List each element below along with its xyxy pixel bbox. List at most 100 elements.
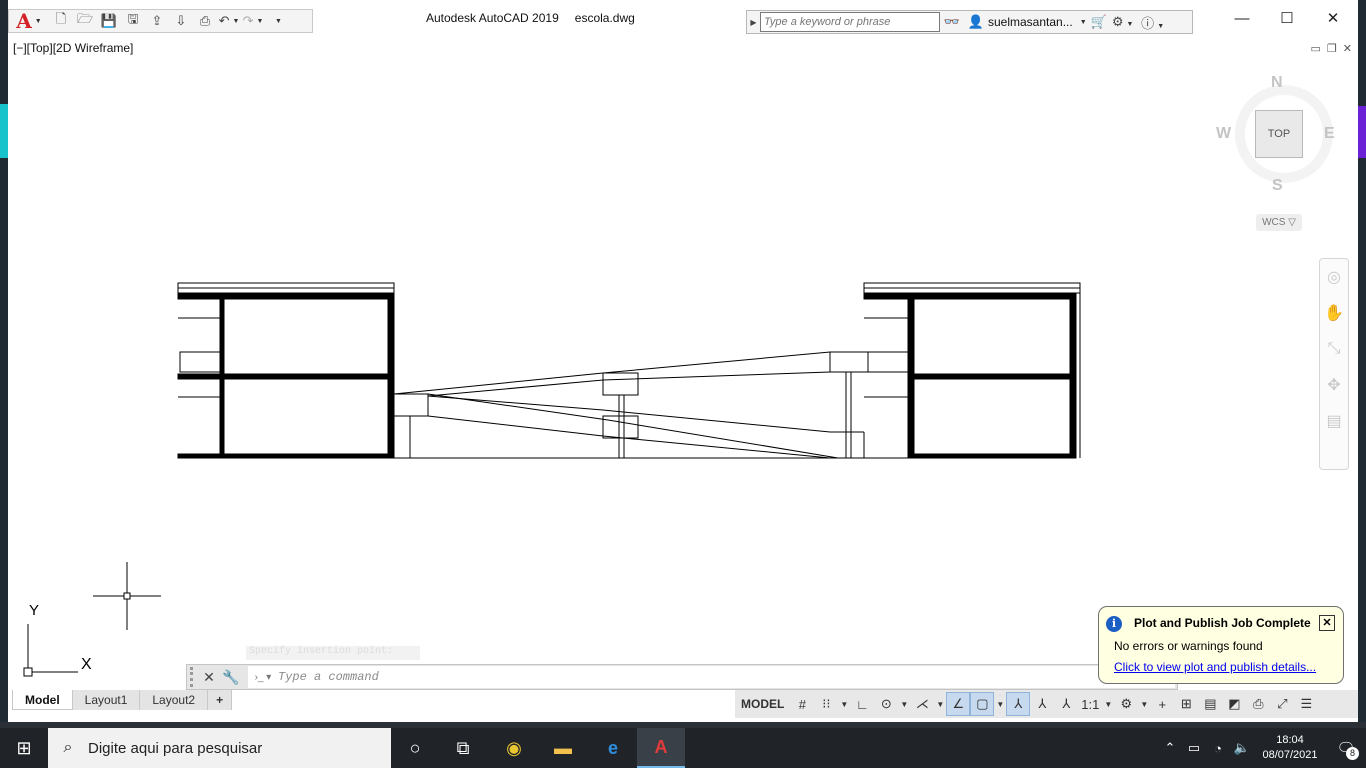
infocenter-toolbar: ▶ 👓 👤 suelmasantan... ▼ 🛒 ⚙▼ ⓘ▼: [746, 10, 1193, 34]
fullscreen-icon[interactable]: ⤢: [1270, 692, 1294, 716]
drawing-close-icon[interactable]: ✕: [1343, 42, 1352, 55]
chevron-down-icon[interactable]: ▼: [1102, 692, 1114, 716]
cloud-open-icon[interactable]: ⇪: [145, 10, 169, 32]
user-name[interactable]: suelmasantan...: [988, 15, 1073, 29]
chrome-icon[interactable]: ◉: [490, 728, 538, 768]
clock-date: 08/07/2021: [1262, 749, 1318, 761]
graphics-icon[interactable]: ◩: [1222, 692, 1246, 716]
cortana-icon[interactable]: ○: [391, 728, 439, 768]
notification-close-button[interactable]: ✕: [1319, 615, 1335, 631]
action-center-icon[interactable]: 🗨 8: [1326, 739, 1366, 760]
minimize-button[interactable]: —: [1219, 6, 1265, 30]
left-balcony: [179, 351, 221, 373]
customize-icon[interactable]: ☰: [1294, 692, 1318, 716]
add-icon[interactable]: +: [1150, 692, 1174, 716]
right-mid-slab: [907, 373, 1077, 380]
chevron-down-icon[interactable]: ▼: [994, 692, 1006, 716]
model-space-toggle[interactable]: MODEL: [735, 692, 790, 716]
compass-north[interactable]: N: [1271, 74, 1283, 92]
maximize-button[interactable]: ☐: [1264, 6, 1310, 30]
command-input[interactable]: ›_ ▾ Type a command ▲: [248, 666, 1175, 688]
orbit-icon[interactable]: ✥: [1320, 367, 1348, 403]
open-icon[interactable]: 🗁: [73, 10, 97, 32]
volume-icon[interactable]: 🔈: [1230, 740, 1254, 756]
viewport-controls-label[interactable]: [−][Top][2D Wireframe]: [13, 41, 133, 55]
workspace-icon[interactable]: ▼: [265, 10, 289, 32]
clock[interactable]: 18:04 08/07/2021: [1254, 733, 1326, 763]
osnap-icon[interactable]: ∠: [946, 692, 971, 716]
layout-tabs: Model Layout1 Layout2 +: [12, 690, 233, 710]
chevron-down-icon[interactable]: ▼: [898, 692, 910, 716]
close-command-icon[interactable]: ✕: [198, 669, 220, 686]
chevron-down-icon[interactable]: ▼: [1138, 692, 1150, 716]
isodraft-icon[interactable]: ⋌: [910, 692, 934, 716]
search-icon: ⌕: [63, 739, 73, 756]
workspace-gear-icon[interactable]: ⚙: [1114, 692, 1138, 716]
grid-icon[interactable]: #: [790, 692, 814, 716]
new-icon[interactable]: 🗋: [49, 10, 73, 32]
tab-layout2[interactable]: Layout2: [140, 690, 209, 710]
snap-icon[interactable]: ⁝⁝: [814, 692, 838, 716]
saveas-icon[interactable]: 🖫: [121, 10, 145, 32]
customize-command-icon[interactable]: 🔧: [220, 669, 242, 686]
redo-icon[interactable]: ↷ ▼: [241, 10, 265, 32]
ortho-icon[interactable]: ∟: [850, 692, 874, 716]
quick-properties-icon[interactable]: ▤: [1198, 692, 1222, 716]
wifi-icon[interactable]: ◔: [1206, 741, 1230, 756]
cloud-save-icon[interactable]: ⇩: [169, 10, 193, 32]
compass-south[interactable]: S: [1272, 177, 1283, 195]
drawing-restore-icon[interactable]: ❐: [1327, 42, 1337, 55]
help-icon[interactable]: ⓘ ▼: [1141, 13, 1165, 32]
otrack-icon[interactable]: ▢: [970, 692, 995, 716]
plot-icon[interactable]: ⎙: [193, 10, 217, 32]
binoculars-icon[interactable]: 👓: [940, 14, 964, 30]
file-explorer-icon[interactable]: ▬: [539, 728, 587, 768]
chevron-down-icon[interactable]: ▼: [838, 692, 850, 716]
pan-icon[interactable]: ✋: [1320, 295, 1348, 331]
wcs-menu[interactable]: WCS ▽: [1256, 214, 1302, 231]
drawing-minimize-icon[interactable]: ▭: [1311, 42, 1321, 55]
title-bar: A ▼ 🗋 🗁 💾 🖫 ⇪ ⇩ ⎙ ↶ ▼ ↷ ▼ ▼ Autodesk AutoCA…: [8, 0, 1358, 40]
command-line-grip[interactable]: [190, 667, 198, 687]
autoscale-icon[interactable]: ⅄: [1030, 692, 1054, 716]
compass-west[interactable]: W: [1216, 125, 1231, 143]
taskbar-search[interactable]: ⌕ Digite aqui para pesquisar: [48, 728, 391, 768]
chevron-down-icon[interactable]: ▼: [1080, 19, 1087, 26]
chevron-down-icon[interactable]: ▼: [934, 692, 946, 716]
steering-wheel-icon[interactable]: ◎: [1320, 259, 1348, 295]
autocad-icon[interactable]: A: [637, 728, 685, 768]
viewcube-top-face[interactable]: TOP: [1255, 110, 1303, 158]
annotation-scale-icon[interactable]: ⅄: [1054, 692, 1078, 716]
scale-display[interactable]: 1:1: [1078, 692, 1102, 716]
a360-icon[interactable]: ⚙ ▼: [1111, 14, 1135, 30]
task-view-icon[interactable]: ⧉: [439, 728, 487, 768]
add-layout-button[interactable]: +: [208, 690, 233, 710]
annotation-visibility-icon[interactable]: ⅄: [1006, 692, 1031, 716]
polar-icon[interactable]: ⊙: [874, 692, 898, 716]
save-icon[interactable]: 💾: [97, 10, 121, 32]
close-button[interactable]: ✕: [1310, 6, 1356, 30]
navigation-bar: ◎ ✋ ⤡ ✥ ▤: [1319, 258, 1349, 470]
isolate-icon[interactable]: ⊞: [1174, 692, 1198, 716]
undo-icon[interactable]: ↶ ▼: [217, 10, 241, 32]
ucs-y-label: Y: [29, 602, 40, 619]
chevron-up-icon[interactable]: ⌃: [1158, 740, 1182, 756]
expand-search-icon[interactable]: ▶: [747, 18, 760, 27]
windows-start-icon[interactable]: ⊞: [0, 728, 48, 768]
command-line: ✕ 🔧 ›_ ▾ Type a command ▲: [186, 664, 1178, 690]
drawing-window-controls: ▭ ❐ ✕: [1311, 42, 1353, 55]
search-input[interactable]: [760, 12, 940, 32]
edge-icon[interactable]: e: [589, 728, 637, 768]
plot-details-link[interactable]: Click to view plot and publish details..…: [1114, 660, 1316, 674]
plot-status-icon[interactable]: ⎙: [1246, 692, 1270, 716]
zoom-extents-icon[interactable]: ⤡: [1320, 331, 1348, 367]
cart-icon[interactable]: 🛒: [1087, 14, 1111, 30]
showmotion-icon[interactable]: ▤: [1320, 403, 1348, 439]
tab-layout1[interactable]: Layout1: [72, 690, 141, 710]
compass-east[interactable]: E: [1324, 125, 1335, 143]
tab-model[interactable]: Model: [12, 690, 73, 710]
application-menu-button[interactable]: A ▼: [9, 9, 49, 33]
recent-commands-icon[interactable]: ›_ ▾: [248, 672, 278, 683]
user-icon[interactable]: 👤: [964, 14, 988, 30]
battery-icon[interactable]: ▭: [1182, 740, 1206, 756]
